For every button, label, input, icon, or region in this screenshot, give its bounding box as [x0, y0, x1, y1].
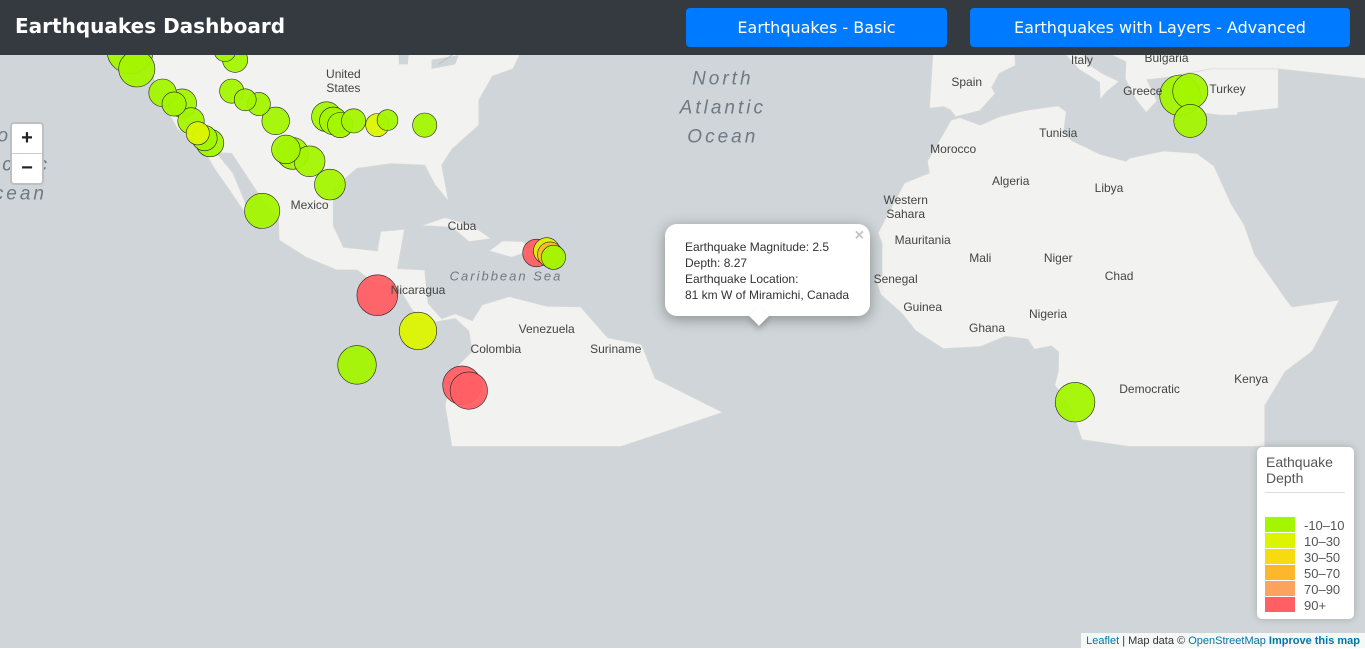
legend-swatch: [1265, 597, 1295, 612]
earthquake-marker[interactable]: [1173, 74, 1208, 109]
zoom-control: + −: [10, 122, 44, 185]
popup-magnitude: Earthquake Magnitude: 2.5: [685, 239, 849, 255]
place-label: Mauritania: [895, 233, 951, 247]
place-label: Colombia: [471, 342, 522, 356]
legend-swatch: [1265, 533, 1295, 548]
legend-label: 30–50: [1304, 550, 1340, 565]
place-label: Turkey: [1209, 82, 1245, 96]
popup-location: 81 km W of Miramichi, Canada: [685, 287, 849, 303]
place-label: Democratic: [1119, 382, 1180, 396]
place-label: Italy: [1071, 55, 1093, 67]
place-label: Tunisia: [1039, 126, 1077, 140]
dashboard-title[interactable]: Earthquakes Dashboard: [15, 14, 285, 38]
earthquake-marker[interactable]: [377, 110, 398, 131]
legend-swatch: [1265, 517, 1295, 532]
leaflet-link[interactable]: Leaflet: [1086, 635, 1119, 647]
legend-label: 70–90: [1304, 582, 1340, 597]
earthquake-marker[interactable]: [234, 89, 256, 111]
place-label: Senegal: [874, 272, 918, 286]
place-label: Kenya: [1234, 372, 1268, 386]
earthquake-marker[interactable]: [342, 109, 366, 133]
place-label: Nigeria: [1029, 307, 1067, 321]
earthquake-marker[interactable]: [338, 346, 377, 385]
legend-label: 90+: [1304, 598, 1326, 613]
place-label: Guinea: [903, 300, 942, 314]
ocean-label: Caribbean Sea: [450, 265, 563, 286]
popup-close-button[interactable]: ×: [855, 227, 864, 245]
legend-title: Eathquake Depth: [1266, 454, 1346, 486]
basic-visualization-button[interactable]: Earthquakes - Basic Visualization: [686, 8, 947, 47]
earthquake-marker[interactable]: [186, 122, 209, 145]
place-label: Venezuela: [519, 322, 575, 336]
place-label: Cuba: [448, 219, 477, 233]
earthquake-marker[interactable]: [119, 55, 155, 87]
legend-divider: [1265, 492, 1345, 493]
earthquake-marker[interactable]: [1055, 382, 1095, 422]
legend-swatch: [1265, 549, 1295, 564]
map-container[interactable]: CanadaUnited StatesMexicoCubaNicaraguaVe…: [0, 55, 1365, 648]
legend-label: 50–70: [1304, 566, 1340, 581]
earthquake-marker[interactable]: [245, 193, 280, 228]
earthquake-popup: × Earthquake Magnitude: 2.5 Depth: 8.27 …: [665, 224, 870, 316]
map-attribution: Leaflet | Map data © OpenStreetMap Impro…: [1081, 633, 1365, 648]
legend-label: -10–10: [1304, 518, 1344, 533]
place-label: Ghana: [969, 321, 1005, 335]
earthquake-marker[interactable]: [399, 312, 436, 349]
ocean-label: NorthAtlanticOcean: [680, 65, 766, 152]
legend-label: 10–30: [1304, 534, 1340, 549]
zoom-in-button[interactable]: +: [12, 124, 42, 154]
place-label: United States: [313, 67, 373, 95]
popup-depth: Depth: 8.27: [685, 255, 849, 271]
improve-map-link[interactable]: Improve this map: [1269, 635, 1360, 647]
earthquake-marker[interactable]: [162, 92, 186, 116]
popup-location-label: Earthquake Location:: [685, 271, 849, 287]
legend-swatch: [1265, 581, 1295, 596]
place-label: Chad: [1105, 269, 1134, 283]
place-label: Mali: [969, 251, 991, 265]
place-label: Morocco: [930, 142, 976, 156]
place-label: Mexico: [291, 198, 329, 212]
earthquake-marker[interactable]: [315, 169, 346, 200]
osm-link[interactable]: OpenStreetMap: [1188, 635, 1266, 647]
depth-legend: Eathquake Depth -10–10 10–30 30–50 50–70…: [1257, 447, 1354, 619]
popup-content: Earthquake Magnitude: 2.5 Depth: 8.27 Ea…: [685, 239, 849, 303]
place-label: Libya: [1095, 181, 1124, 195]
navbar: Earthquakes Dashboard Earthquakes - Basi…: [0, 0, 1365, 55]
attribution-text: | Map data ©: [1119, 635, 1188, 647]
zoom-out-button[interactable]: −: [12, 154, 42, 183]
place-label: Bulgaria: [1144, 55, 1188, 65]
place-label: Algeria: [992, 174, 1029, 188]
place-label: Spain: [951, 75, 982, 89]
place-label: Western Sahara: [876, 193, 936, 221]
place-label: Suriname: [590, 342, 641, 356]
legend-swatch: [1265, 565, 1295, 580]
place-label: Niger: [1044, 251, 1073, 265]
earthquake-marker[interactable]: [413, 113, 437, 137]
earthquake-marker[interactable]: [272, 135, 301, 164]
earthquake-marker[interactable]: [1174, 104, 1207, 137]
place-label: Nicaragua: [391, 283, 446, 297]
place-label: Greece: [1123, 84, 1162, 98]
advanced-visualization-button[interactable]: Earthquakes with Layers - Advanced Visua…: [970, 8, 1350, 47]
earthquake-marker[interactable]: [450, 372, 487, 409]
